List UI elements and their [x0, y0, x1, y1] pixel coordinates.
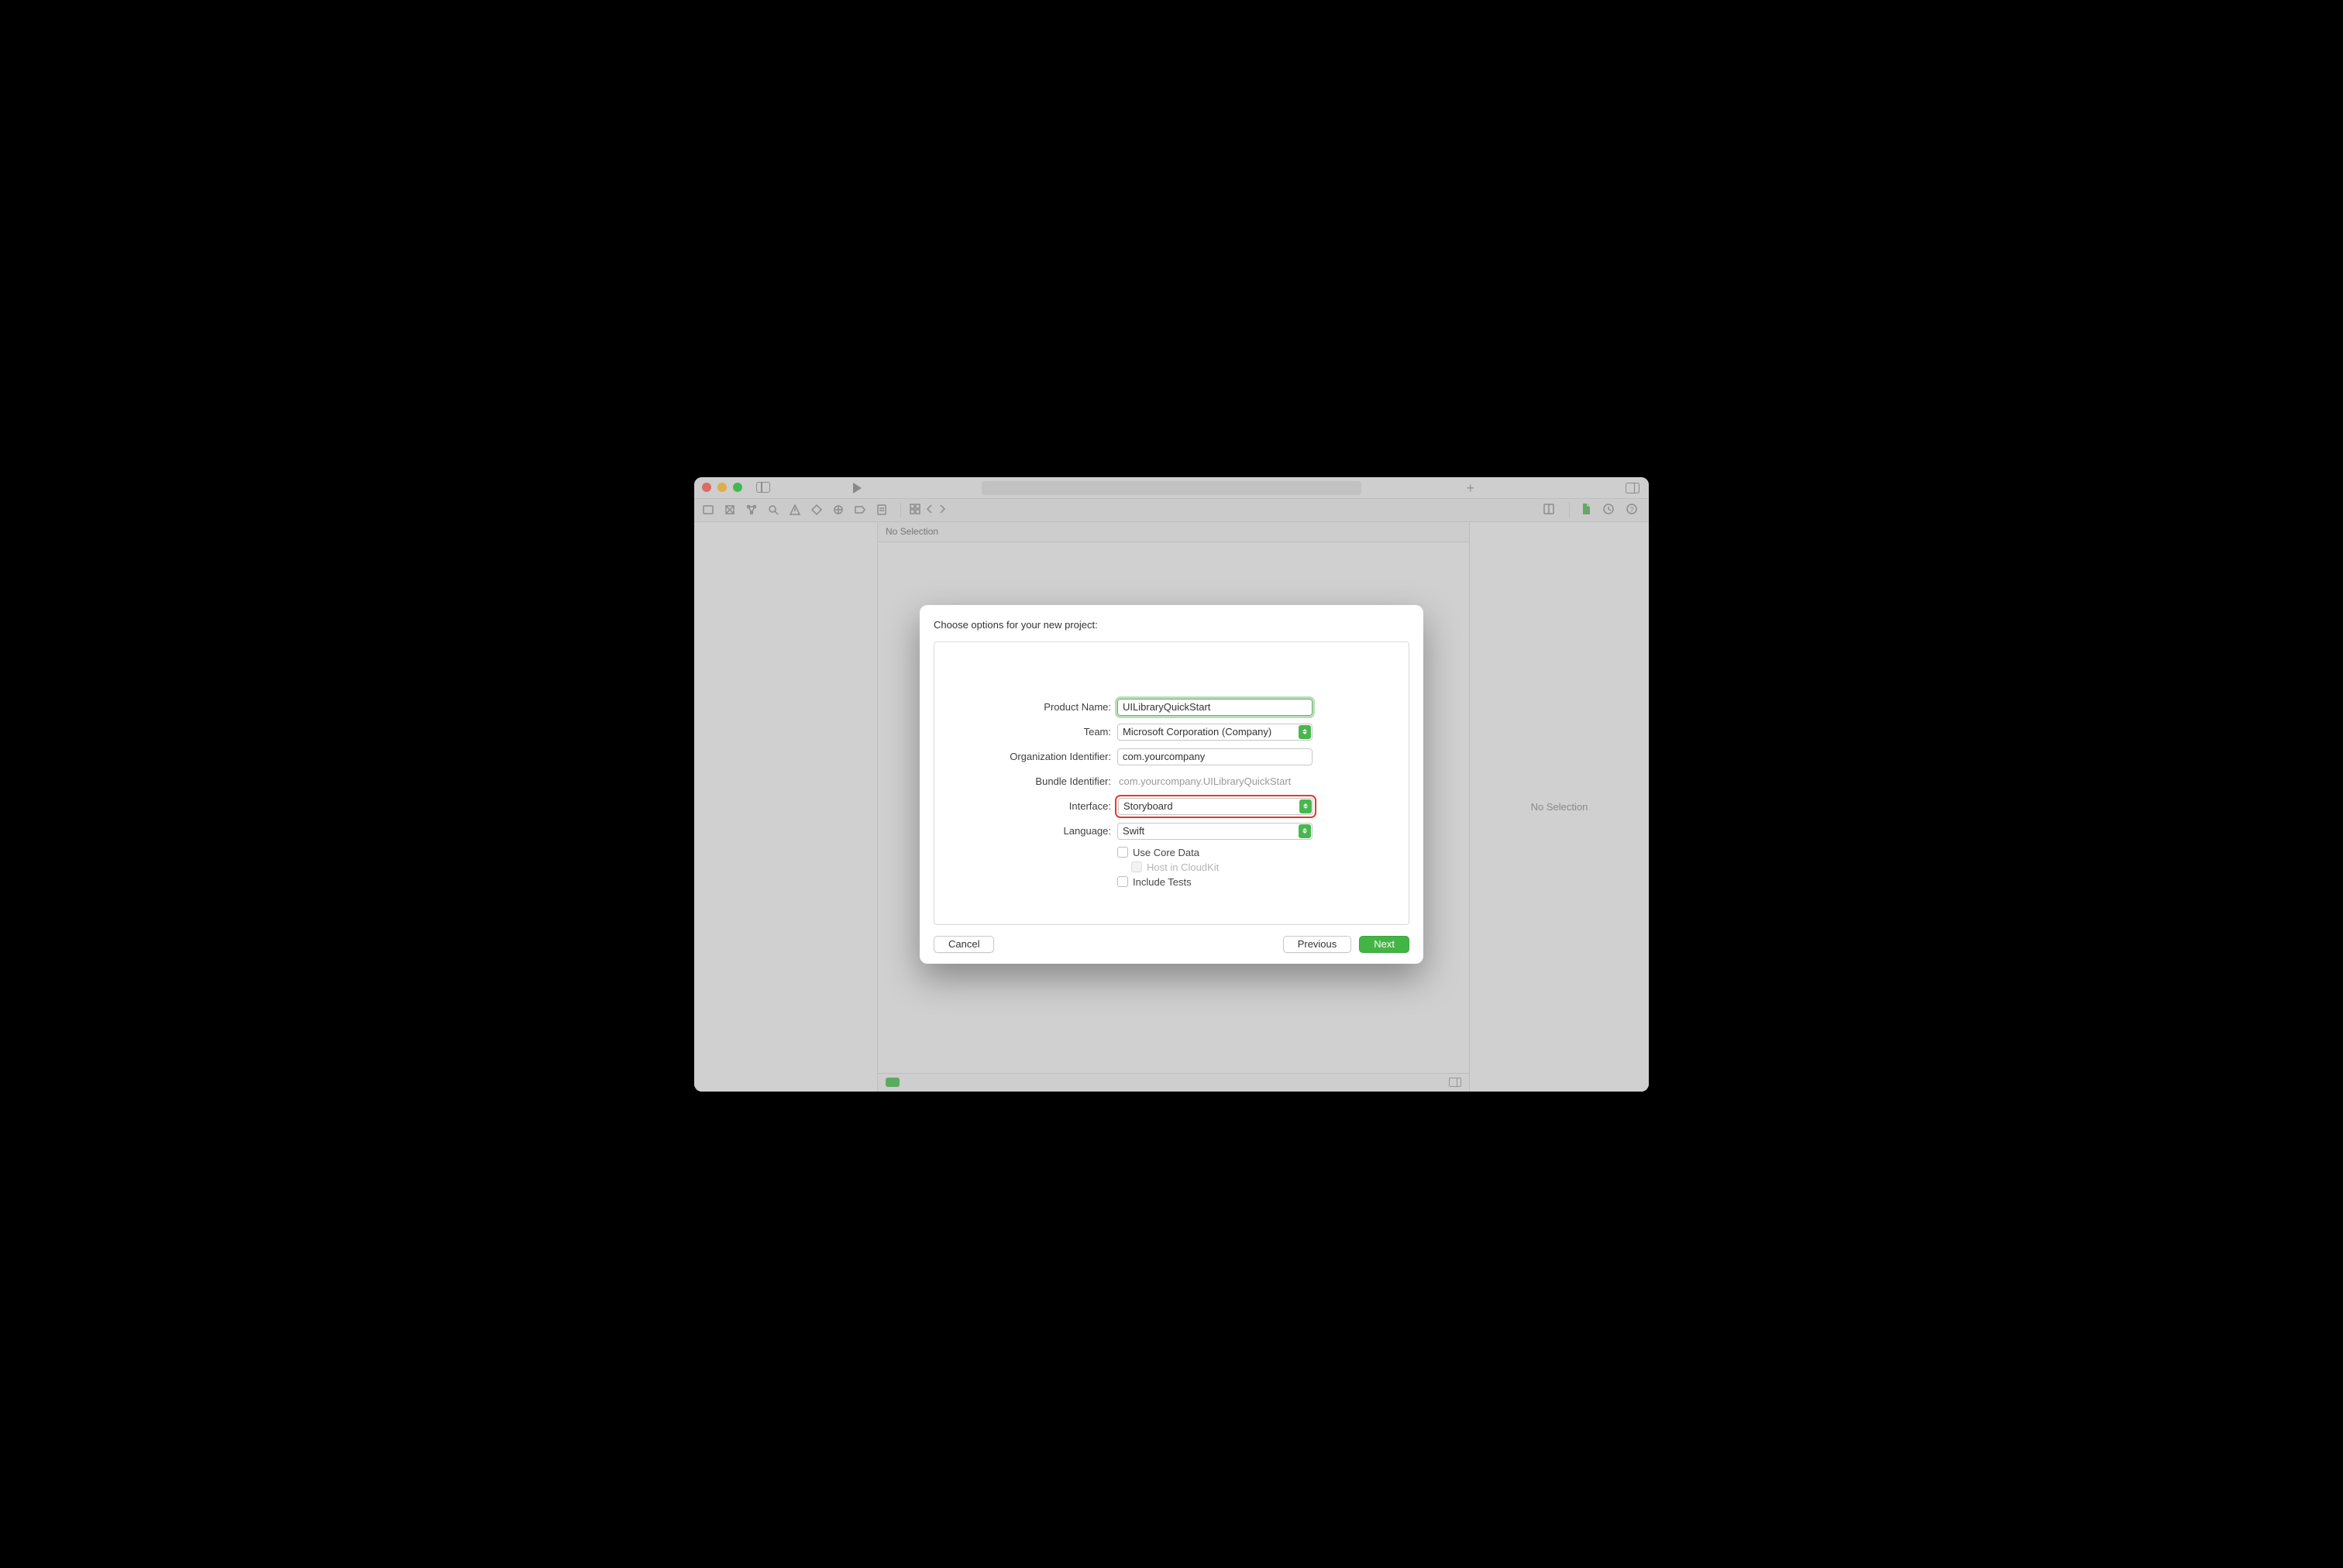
test-navigator-icon[interactable]	[810, 504, 823, 516]
include-tests-checkbox[interactable]	[1117, 876, 1128, 887]
xcode-window: + ? No Sele	[694, 477, 1649, 1092]
toggle-inspector-icon[interactable]	[1626, 483, 1639, 493]
interface-highlight: Storyboard	[1117, 797, 1314, 816]
dropdown-handle-icon	[1299, 799, 1312, 813]
issue-navigator-icon[interactable]	[789, 504, 801, 516]
adjust-editor-icon[interactable]	[1543, 503, 1555, 518]
host-cloudkit-label: Host in CloudKit	[1147, 861, 1219, 873]
dropdown-handle-icon	[1299, 725, 1311, 739]
inspector-pane: No Selection	[1469, 522, 1649, 1092]
symbol-navigator-icon[interactable]	[745, 504, 758, 516]
nav-forward-icon[interactable]	[938, 504, 946, 516]
toggle-debug-area-icon[interactable]	[1449, 1078, 1461, 1087]
debug-bar	[878, 1073, 1469, 1092]
language-value: Swift	[1123, 825, 1144, 837]
debug-navigator-icon[interactable]	[832, 504, 845, 516]
close-window-icon[interactable]	[702, 483, 711, 492]
debug-status-icon	[886, 1078, 900, 1087]
product-name-label: Product Name:	[978, 701, 1117, 713]
host-cloudkit-checkbox	[1131, 861, 1142, 872]
bundle-id-label: Bundle Identifier:	[978, 775, 1117, 787]
find-navigator-icon[interactable]	[767, 504, 779, 516]
add-tab-icon[interactable]: +	[1466, 482, 1474, 494]
source-control-navigator-icon[interactable]	[724, 504, 736, 516]
history-inspector-icon[interactable]	[1602, 503, 1615, 518]
org-id-value: com.yourcompany	[1123, 751, 1205, 762]
report-navigator-icon[interactable]	[876, 504, 888, 516]
navigator-tabbar: ?	[694, 499, 1649, 522]
dropdown-handle-icon	[1299, 824, 1311, 838]
interface-label: Interface:	[978, 800, 1117, 812]
team-dropdown[interactable]: Microsoft Corporation (Company)	[1117, 724, 1313, 741]
run-button-icon[interactable]	[853, 483, 862, 493]
activity-viewer[interactable]	[982, 481, 1361, 495]
sheet-footer: Cancel Previous Next	[934, 936, 1409, 953]
sheet-title: Choose options for your new project:	[934, 619, 1409, 631]
language-dropdown[interactable]: Swift	[1117, 823, 1313, 840]
project-navigator-icon[interactable]	[702, 504, 714, 516]
include-tests-label: Include Tests	[1133, 876, 1192, 888]
toggle-navigator-icon[interactable]	[756, 482, 770, 493]
product-name-input[interactable]: UILibraryQuickStart	[1117, 699, 1313, 716]
use-core-data-checkbox[interactable]	[1117, 847, 1128, 858]
team-value: Microsoft Corporation (Company)	[1123, 726, 1271, 738]
sheet-form: Product Name: UILibraryQuickStart Team: …	[934, 641, 1409, 925]
previous-button[interactable]: Previous	[1283, 936, 1352, 953]
minimize-window-icon[interactable]	[717, 483, 727, 492]
interface-dropdown[interactable]: Storyboard	[1118, 798, 1313, 815]
related-items-icon[interactable]	[909, 503, 921, 518]
new-project-sheet: Choose options for your new project: Pro…	[920, 605, 1423, 964]
nav-back-icon[interactable]	[926, 504, 934, 516]
use-core-data-label: Use Core Data	[1133, 847, 1199, 858]
next-button[interactable]: Next	[1359, 936, 1409, 953]
bundle-id-value: com.yourcompany.UILibraryQuickStart	[1117, 775, 1291, 787]
inspector-no-selection: No Selection	[1531, 801, 1588, 813]
product-name-value: UILibraryQuickStart	[1123, 701, 1210, 713]
include-tests-checkbox-row: Include Tests	[1117, 876, 1192, 888]
language-label: Language:	[978, 825, 1117, 837]
team-label: Team:	[978, 726, 1117, 738]
host-cloudkit-checkbox-row: Host in CloudKit	[1117, 861, 1219, 873]
window-controls	[702, 483, 742, 492]
breakpoint-navigator-icon[interactable]	[854, 504, 866, 516]
file-inspector-icon[interactable]	[1581, 503, 1591, 518]
use-core-data-checkbox-row: Use Core Data	[1117, 847, 1199, 858]
svg-text:?: ?	[1629, 506, 1633, 514]
interface-value: Storyboard	[1123, 800, 1173, 812]
org-id-input[interactable]: com.yourcompany	[1117, 748, 1313, 765]
help-inspector-icon[interactable]: ?	[1626, 503, 1638, 518]
cancel-button[interactable]: Cancel	[934, 936, 994, 953]
titlebar: +	[694, 477, 1649, 499]
org-id-label: Organization Identifier:	[978, 751, 1117, 762]
zoom-window-icon[interactable]	[733, 483, 742, 492]
editor-no-selection: No Selection	[878, 522, 1469, 542]
navigator-pane	[694, 522, 878, 1092]
